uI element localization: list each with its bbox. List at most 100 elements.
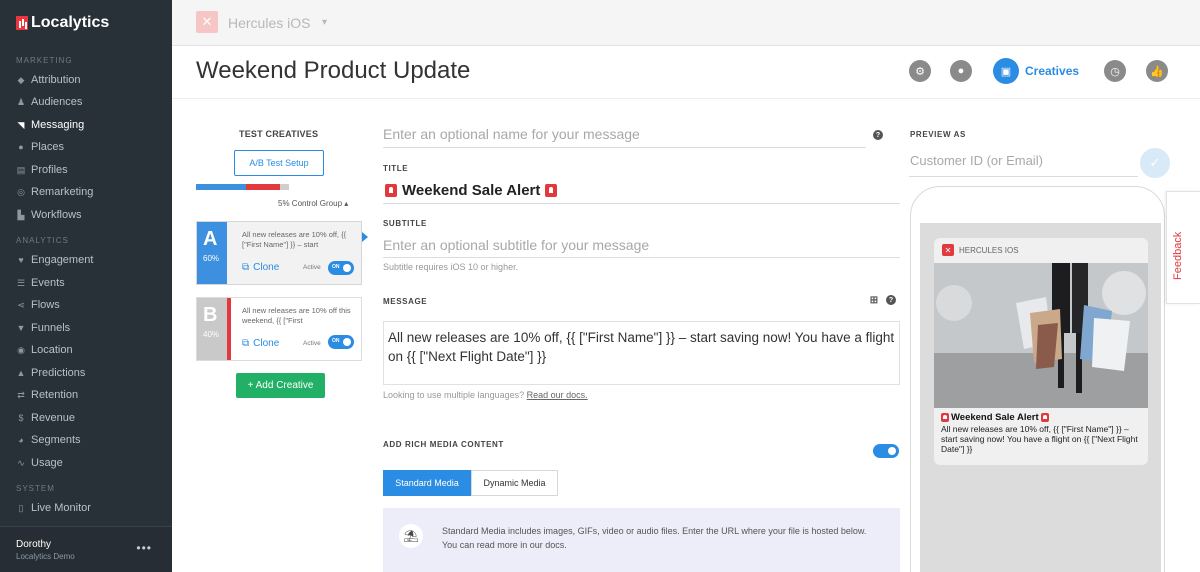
section-title-marketing: MARKETING <box>16 56 73 65</box>
creative-preview-text: All new releases are 10% off this weeken… <box>242 306 351 325</box>
sidebar-item-messaging[interactable]: ◥ Messaging <box>16 118 85 132</box>
selected-arrow-icon <box>362 232 368 242</box>
app-name[interactable]: Hercules iOS <box>228 15 310 31</box>
personalize-icon[interactable]: ⊞ <box>869 295 879 306</box>
control-group-toggle[interactable]: 5% Control Group ▴ <box>278 199 348 208</box>
sidebar-item-label: Places <box>31 141 65 153</box>
clone-button[interactable]: ⧉ Clone <box>242 338 279 349</box>
subtitle-label: SUBTITLE <box>383 219 427 228</box>
customer-id-input[interactable]: Customer ID (or Email) <box>910 153 1043 168</box>
shopping-bags-photo <box>934 263 1148 408</box>
sidebar-item-places[interactable]: ● Places <box>16 140 64 154</box>
creative-letter: A <box>203 228 218 250</box>
list-icon: ☰ <box>16 277 26 288</box>
message-textarea[interactable]: All new releases are 10% off, {{ ["First… <box>383 321 900 385</box>
feedback-tab[interactable]: Feedback <box>1166 191 1200 304</box>
sidebar-item-remarketing[interactable]: ◎ Remarketing <box>16 185 93 199</box>
pie-icon: ◕ <box>18 435 24 445</box>
sidebar-item-label: Revenue <box>31 412 76 424</box>
sidebar-item-attribution[interactable]: ◆ Attribution <box>16 73 81 87</box>
input-underline <box>383 257 900 258</box>
sidebar-item-label: Attribution <box>31 74 81 86</box>
title-input[interactable]: Weekend Sale Alert <box>385 182 562 199</box>
chevron-down-icon[interactable]: ▾ <box>322 17 327 28</box>
upload-icon: ⛱ <box>399 524 423 548</box>
read-docs-link[interactable]: Read our docs. <box>527 390 588 400</box>
gear-icon[interactable]: ⚙ <box>909 60 931 82</box>
creative-badge: A 60% <box>197 222 227 284</box>
sidebar-item-label: Events <box>31 277 65 289</box>
add-creative-button[interactable]: + Add Creative <box>236 373 325 398</box>
tab-standard-media[interactable]: Standard Media <box>383 470 471 496</box>
preview-as-label: PREVIEW AS <box>910 130 966 139</box>
sidebar-item-segments[interactable]: ◕ Segments <box>16 433 80 447</box>
sidebar-item-label: Live Monitor <box>31 502 91 514</box>
thumbs-up-icon[interactable]: 👍 <box>1146 60 1168 82</box>
logo[interactable]: Localytics <box>16 14 109 32</box>
siren-icon <box>941 413 949 422</box>
notification-title: Weekend Sale Alert <box>941 412 1051 423</box>
sidebar-item-retention[interactable]: ⇄ Retention <box>16 388 78 402</box>
languages-note: Looking to use multiple languages? Read … <box>383 390 588 400</box>
active-toggle[interactable]: ON <box>328 335 354 349</box>
sidebar-item-label: Location <box>31 344 73 356</box>
message-name-input[interactable]: Enter an optional name for your message <box>383 126 640 142</box>
sidebar-item-events[interactable]: ☰ Events <box>16 276 65 290</box>
sidebar-item-usage[interactable]: ∿ Usage <box>16 456 63 470</box>
sidebar-item-location[interactable]: ◉ Location <box>16 343 73 357</box>
feedback-label: Feedback <box>1172 231 1184 280</box>
creative-percent: 60% <box>203 254 220 263</box>
toggle-state: ON <box>332 264 340 270</box>
sidebar-item-workflows[interactable]: ▙ Workflows <box>16 208 82 222</box>
subtitle-input[interactable]: Enter an optional subtitle for your mess… <box>383 237 649 253</box>
sidebar-item-predictions[interactable]: ▲ Predictions <box>16 366 86 380</box>
sidebar-item-label: Retention <box>31 389 79 401</box>
standard-media-info: ⛱ Standard Media includes images, GIFs, … <box>383 508 900 572</box>
sidebar-item-live-monitor[interactable]: ▯ Live Monitor <box>16 501 91 515</box>
tab-creatives[interactable]: Creatives <box>1025 64 1079 78</box>
sidebar-item-profiles[interactable]: ▤ Profiles <box>16 163 68 177</box>
rich-media-toggle[interactable] <box>873 444 899 458</box>
tab-dynamic-media[interactable]: Dynamic Media <box>471 470 558 496</box>
user-icon[interactable]: ● <box>950 60 972 82</box>
sidebar-item-flows[interactable]: ⋖ Flows <box>16 298 60 312</box>
ab-test-setup-button[interactable]: A/B Test Setup <box>234 150 324 176</box>
help-icon[interactable]: ? <box>873 130 883 140</box>
user-org: Localytics Demo <box>16 552 75 561</box>
active-toggle[interactable]: ON <box>328 261 354 275</box>
app-icon: ✕ <box>942 244 954 256</box>
check-icon[interactable]: ✓ <box>1140 148 1170 178</box>
app-icon: ✕ <box>196 11 218 33</box>
flow-icon: ⋖ <box>17 299 25 310</box>
sidebar-item-revenue[interactable]: $ Revenue <box>16 411 75 425</box>
image-icon[interactable]: ▣ <box>993 58 1019 84</box>
siren-icon <box>545 184 558 197</box>
sidebar-item-label: Messaging <box>31 119 85 131</box>
logo-bars-icon <box>16 16 28 30</box>
user-menu[interactable]: Dorothy Localytics Demo ••• <box>0 526 172 572</box>
split-segment-control <box>280 184 289 190</box>
more-icon[interactable]: ••• <box>136 541 152 555</box>
user-name: Dorothy <box>16 539 52 550</box>
creative-card-a[interactable]: A 60% All new releases are 10% off, {{ [… <box>196 221 362 285</box>
sidebar-item-label: Predictions <box>31 367 86 379</box>
creative-percent: 40% <box>203 330 220 339</box>
creative-card-b[interactable]: B 40% All new releases are 10% off this … <box>196 297 362 361</box>
test-creatives-heading: TEST CREATIVES <box>239 129 319 139</box>
pin-icon: ● <box>18 142 24 152</box>
help-icon[interactable]: ? <box>886 295 896 305</box>
monitor-icon: ▯ <box>18 502 24 513</box>
section-title-system: SYSTEM <box>16 484 55 493</box>
creative-preview-text: All new releases are 10% off, {{ ["First… <box>242 230 347 249</box>
sidebar-item-funnels[interactable]: ▼ Funnels <box>16 321 71 335</box>
pulse-icon: ∿ <box>17 457 25 468</box>
subtitle-note: Subtitle requires iOS 10 or higher. <box>383 262 519 272</box>
id-card-icon: ▤ <box>16 164 26 175</box>
notification-preview: ✕ HERCULES IOS Weekend Sale Alert All ne… <box>934 238 1148 465</box>
input-underline <box>383 147 866 148</box>
sidebar-item-engagement[interactable]: ♥ Engagement <box>16 253 93 267</box>
input-underline <box>383 203 900 204</box>
clock-icon[interactable]: ◷ <box>1104 60 1126 82</box>
sidebar-item-audiences[interactable]: ♟ Audiences <box>16 95 82 109</box>
clone-button[interactable]: ⧉ Clone <box>242 262 279 273</box>
